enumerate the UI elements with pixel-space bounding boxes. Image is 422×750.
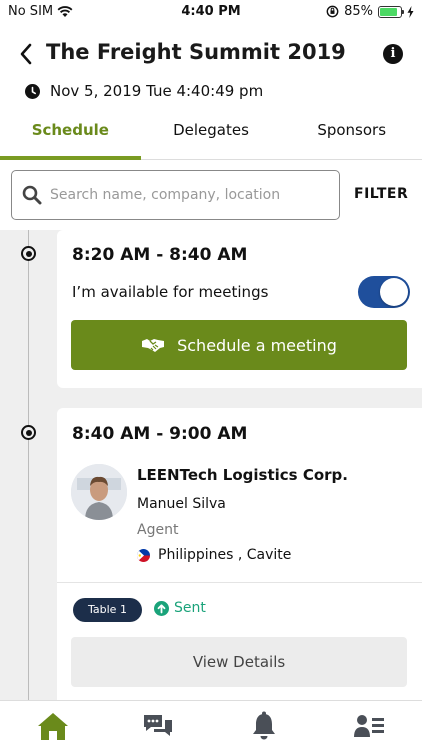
timeline-dot xyxy=(21,246,36,261)
nav-contacts[interactable] xyxy=(317,701,422,750)
status-text: Sent xyxy=(174,600,206,616)
arrow-up-circle-icon xyxy=(154,600,169,616)
bell-icon xyxy=(252,711,275,739)
status-right: 85% xyxy=(326,4,414,19)
tab-sponsors[interactable]: Sponsors xyxy=(281,112,422,159)
back-button[interactable] xyxy=(12,38,40,70)
table-badge: Table 1 xyxy=(73,598,142,622)
avatar xyxy=(71,464,127,520)
nav-notifications[interactable] xyxy=(211,701,317,750)
chevron-left-icon xyxy=(20,43,32,65)
filter-button[interactable]: FILTER xyxy=(354,186,408,202)
slot-card-meeting: 8:40 AM - 9:00 AM LEENTech Logistics Cor… xyxy=(57,408,422,700)
home-icon xyxy=(37,712,68,740)
nav-messages[interactable] xyxy=(106,701,212,750)
status-badge: Sent xyxy=(154,600,206,616)
delegate-photo xyxy=(71,464,127,520)
battery-percent: 85% xyxy=(344,4,373,19)
current-datetime: Nov 5, 2019 Tue 4:40:49 pm xyxy=(25,82,263,100)
toggle-knob xyxy=(380,278,408,306)
schedule-meeting-label: Schedule a meeting xyxy=(177,335,337,355)
tab-delegates[interactable]: Delegates xyxy=(141,112,282,159)
rotation-lock-icon xyxy=(326,5,339,18)
contacts-icon xyxy=(354,714,385,737)
header: The Freight Summit 2019 i xyxy=(0,34,422,74)
view-details-button[interactable]: View Details xyxy=(71,637,407,687)
timeline-line xyxy=(28,230,29,700)
nav-home[interactable] xyxy=(0,701,106,750)
delegate-name: Manuel Silva xyxy=(137,496,226,512)
search-box xyxy=(11,170,340,220)
slot-card-availability: 8:20 AM - 8:40 AM I’m available for meet… xyxy=(57,230,422,388)
search-input[interactable] xyxy=(50,187,320,203)
bottom-nav xyxy=(0,700,422,750)
handshake-icon xyxy=(142,339,165,352)
info-icon[interactable]: i xyxy=(383,44,403,64)
location-text: Philippines , Cavite xyxy=(158,547,292,563)
availability-toggle[interactable] xyxy=(358,276,410,308)
tab-schedule[interactable]: Schedule xyxy=(0,112,141,160)
schedule-meeting-button[interactable]: Schedule a meeting xyxy=(71,320,407,370)
battery-icon xyxy=(378,5,404,18)
search-icon xyxy=(22,185,42,205)
battery-level xyxy=(380,7,397,16)
tab-bar: Schedule Delegates Sponsors xyxy=(0,112,422,160)
company-name: LEENTech Logistics Corp. xyxy=(137,466,348,484)
charging-icon xyxy=(407,5,414,18)
slot-time: 8:40 AM - 9:00 AM xyxy=(72,424,248,444)
schedule-timeline[interactable]: 8:20 AM - 8:40 AM I’m available for meet… xyxy=(0,230,422,700)
page-title: The Freight Summit 2019 xyxy=(46,40,346,64)
status-bar: No SIM 4:40 PM 85% xyxy=(0,0,422,24)
divider xyxy=(57,582,422,583)
delegate-location: Philippines , Cavite xyxy=(137,547,291,563)
availability-label: I’m available for meetings xyxy=(72,283,269,301)
datetime-text: Nov 5, 2019 Tue 4:40:49 pm xyxy=(50,82,264,100)
delegate-role: Agent xyxy=(137,522,179,538)
philippines-flag-icon xyxy=(137,548,150,562)
clock-icon xyxy=(25,83,40,99)
chat-icon xyxy=(144,714,173,736)
timeline-dot xyxy=(21,425,36,440)
slot-time: 8:20 AM - 8:40 AM xyxy=(72,245,248,265)
